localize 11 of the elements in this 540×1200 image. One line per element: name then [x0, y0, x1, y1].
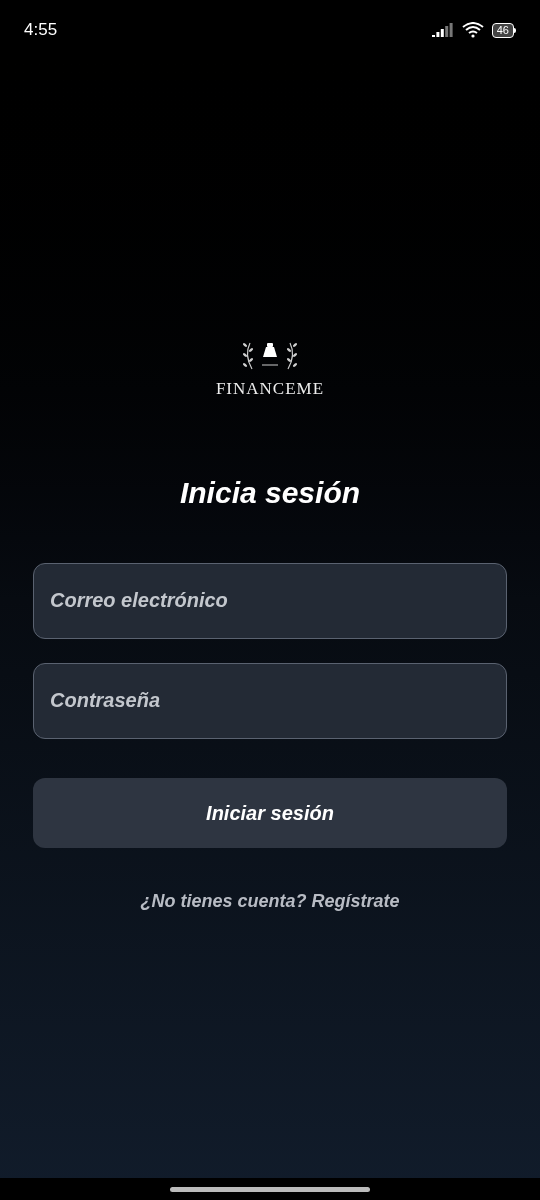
home-indicator[interactable] [170, 1186, 370, 1192]
input-field[interactable]: Correo electrónico [33, 562, 507, 639]
status-time: 4:55 [24, 19, 58, 42]
page-title: Inicia sesión [179, 474, 361, 511]
signal-icon [431, 23, 454, 37]
wifi-icon [461, 22, 484, 38]
battery-icon: 46 [491, 22, 516, 38]
brand-name: FINANCEME [215, 378, 325, 400]
login-button[interactable]: Iniciar sesión [33, 777, 507, 848]
register-link[interactable]: ¿No tienes cuenta? Regístrate [140, 887, 400, 915]
input-field[interactable]: Contraseña [33, 662, 507, 739]
